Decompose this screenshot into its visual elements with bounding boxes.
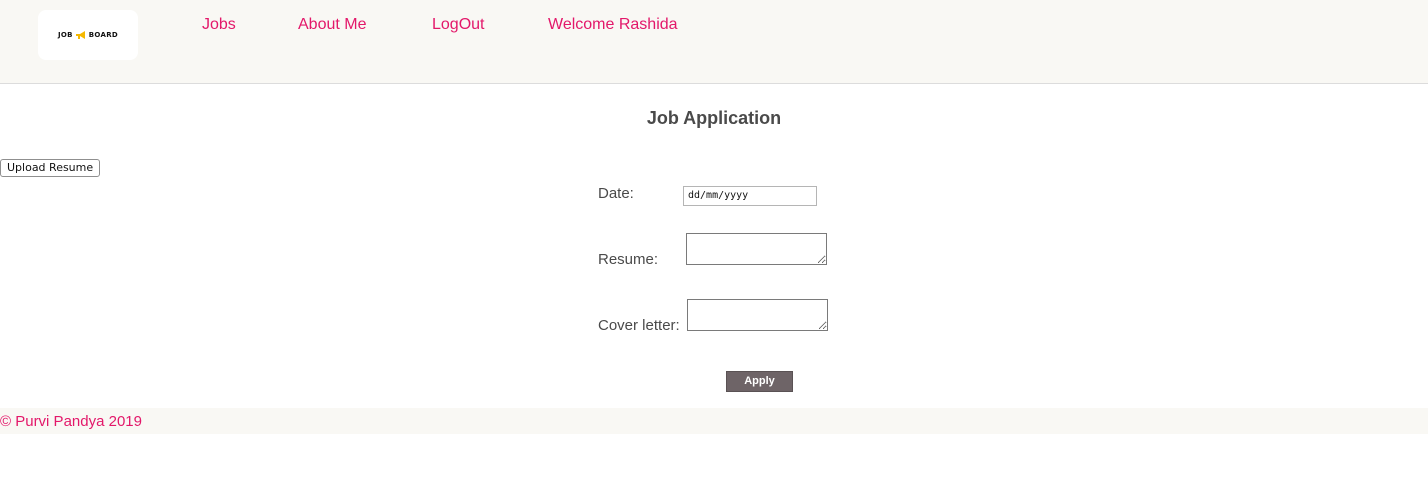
page-title: Job Application [646, 108, 782, 128]
site-header: JOB BOARD Jobs About Me LogOut Welcome R… [0, 0, 1428, 84]
cover-letter-textarea[interactable] [687, 299, 828, 331]
date-input[interactable]: dd/mm/yyyy [683, 186, 817, 206]
job-board-logo[interactable]: JOB BOARD [38, 10, 138, 60]
site-footer: © Purvi Pandya 2019 [0, 408, 1428, 434]
logo-text-right: BOARD [88, 31, 118, 39]
resume-label: Resume: [598, 251, 659, 268]
resume-textarea[interactable] [686, 233, 827, 265]
upload-resume-button[interactable]: Upload Resume [0, 159, 101, 177]
nav-link-jobs[interactable]: Jobs [202, 15, 236, 35]
nav-link-about-me[interactable]: About Me [298, 15, 366, 35]
apply-button[interactable]: Apply [726, 371, 793, 392]
footer-copyright: © Purvi Pandya 2019 [0, 413, 142, 430]
nav-link-welcome-user[interactable]: Welcome Rashida [548, 15, 678, 35]
logo-text-left: JOB [57, 31, 73, 39]
megaphone-icon [75, 31, 85, 39]
date-label: Date: [598, 185, 634, 202]
nav-link-logout[interactable]: LogOut [432, 15, 484, 35]
cover-letter-label: Cover letter: [598, 317, 680, 334]
